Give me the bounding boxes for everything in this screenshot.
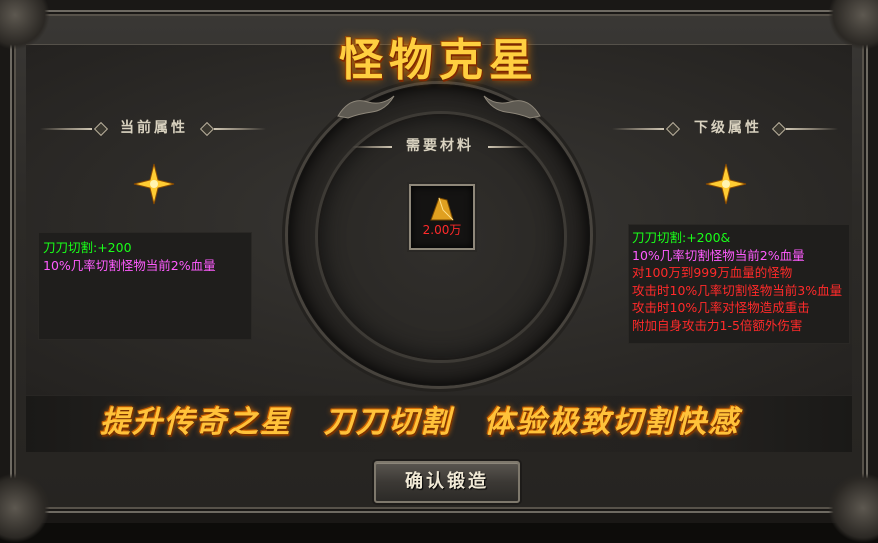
- next-attribute-line: 对100万到999万血量的怪物: [632, 265, 793, 280]
- current-attribute-line: 刀刀切割:+200: [43, 240, 132, 255]
- legend-star-icon: [705, 163, 747, 205]
- next-attribute-line: 10%几率切割怪物当前2%血量: [632, 247, 805, 263]
- material-slot[interactable]: 2.00万: [409, 184, 475, 250]
- next-attributes-panel: 刀刀切割:+200& 10%几率切割怪物当前2%血量 对100万到999万血量的…: [628, 224, 850, 344]
- heading-divider-right-b: [786, 128, 838, 130]
- next-attribute-line: 攻击时10%几率对怪物造成重击: [632, 300, 810, 315]
- dragon-ornament-left-icon: [337, 95, 395, 119]
- gold-ingot-icon: [430, 197, 454, 221]
- next-attribute-line: 附加自身攻击力1-5倍额外伤害: [632, 317, 803, 333]
- current-attributes-panel: 刀刀切割:+200 10%几率切割怪物当前2%血量: [38, 232, 252, 340]
- next-attribute-line: 攻击时10%几率切割怪物当前3%血量: [632, 282, 843, 298]
- heading-divider-right-a: [612, 128, 664, 130]
- confirm-forge-button[interactable]: 确认锻造: [374, 461, 520, 503]
- dragon-ornament-right-icon: [483, 95, 541, 119]
- materials-divider-b: [488, 146, 528, 148]
- heading-divider-left-b: [214, 128, 266, 130]
- current-attributes-heading: 当前属性: [120, 120, 188, 136]
- materials-heading: 需要材料: [406, 138, 474, 154]
- current-attribute-line: 10%几率切割怪物当前2%血量: [43, 258, 216, 273]
- slogan-text: 提升传奇之星 刀刀切割 体验极致切割快感: [100, 405, 740, 440]
- legend-star-icon: [133, 163, 175, 205]
- window-title: 怪物克星: [339, 35, 539, 86]
- heading-divider-left-a: [40, 128, 92, 130]
- material-quantity: 2.00万: [422, 223, 462, 237]
- materials-divider-a: [352, 146, 392, 148]
- next-attributes-heading: 下级属性: [694, 120, 762, 136]
- next-attribute-line: 刀刀切割:+200&: [632, 230, 731, 245]
